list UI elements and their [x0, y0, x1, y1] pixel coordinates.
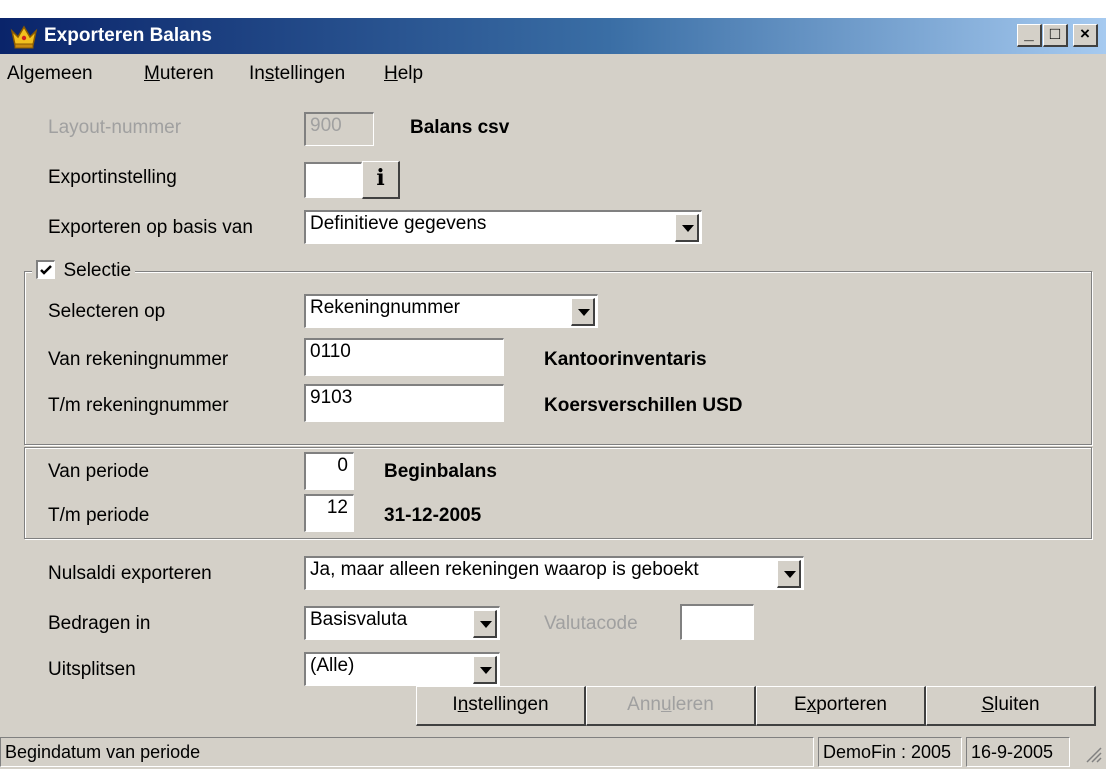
tm-rekening-name: Koersverschillen USD: [544, 395, 743, 416]
maximize-icon: □: [1049, 24, 1061, 43]
exporteren-basis-value: Definitieve gegevens: [310, 213, 487, 234]
instellingen-button[interactable]: Instellingen: [416, 686, 586, 726]
van-periode-field[interactable]: 0: [304, 452, 354, 490]
chevron-down-icon[interactable]: [473, 610, 497, 638]
tm-periode-field[interactable]: 12: [304, 494, 354, 532]
nulsaldi-label: Nulsaldi exporteren: [48, 563, 212, 584]
menu-help[interactable]: Help: [384, 63, 423, 85]
selecteren-op-dropdown[interactable]: Rekeningnummer: [304, 294, 598, 328]
annuleren-button[interactable]: Annuleren: [586, 686, 756, 726]
nulsaldi-dropdown[interactable]: Ja, maar alleen rekeningen waarop is geb…: [304, 556, 804, 590]
valutacode-label: Valutacode: [544, 613, 638, 634]
tm-rekeningnummer-label: T/m rekeningnummer: [48, 395, 229, 416]
info-button[interactable]: i: [362, 161, 400, 199]
checkmark-icon: [40, 265, 52, 275]
bedragen-in-dropdown[interactable]: Basisvaluta: [304, 606, 500, 640]
layout-nummer-field: 900: [304, 112, 374, 146]
menu-algemeen-text: Al: [7, 63, 24, 84]
chevron-down-icon[interactable]: [777, 560, 801, 588]
menu-muteren-accel: M: [144, 63, 160, 84]
selectie-checkbox[interactable]: [36, 260, 55, 279]
nulsaldi-value: Ja, maar alleen rekeningen waarop is geb…: [310, 559, 699, 580]
menu-algemeen-text-rest: emeen: [34, 63, 93, 84]
annuleren-button-accel: u: [660, 694, 672, 715]
chevron-down-icon[interactable]: [571, 298, 595, 326]
menu-instellingen[interactable]: Instellingen: [249, 63, 345, 85]
exportinstelling-field[interactable]: [304, 162, 362, 198]
status-message: Begindatum van periode: [0, 737, 814, 767]
selectie-label: Selectie: [63, 260, 132, 281]
exporteren-basis-dropdown[interactable]: Definitieve gegevens: [304, 210, 702, 244]
van-rekeningnummer-label: Van rekeningnummer: [48, 349, 229, 370]
title-bar[interactable]: Exporteren Balans _ □ ×: [0, 18, 1106, 54]
van-rekening-name: Kantoorinventaris: [544, 349, 707, 370]
sluiten-button[interactable]: Sluiten: [926, 686, 1096, 726]
menu-muteren[interactable]: Muteren: [144, 63, 214, 85]
van-periode-label: Van periode: [48, 461, 150, 482]
info-icon: i: [376, 165, 385, 191]
bedragen-in-label: Bedragen in: [48, 613, 151, 634]
menu-instellingen-text: In: [249, 63, 265, 84]
selecteren-op-label: Selecteren op: [48, 301, 166, 322]
menu-instellingen-accel: s: [264, 63, 275, 84]
valutacode-field[interactable]: [680, 604, 754, 640]
van-periode-name: Beginbalans: [384, 461, 497, 482]
uitsplitsen-dropdown[interactable]: (Alle): [304, 652, 500, 686]
exporteren-basis-label: Exporteren op basis van: [48, 217, 253, 238]
status-company: DemoFin : 2005: [818, 737, 962, 767]
tm-rekeningnummer-field[interactable]: 9103: [304, 384, 504, 422]
menu-algemeen-accel: g: [23, 63, 35, 84]
layout-name: Balans csv: [410, 117, 510, 138]
minimize-icon: _: [1024, 24, 1034, 43]
exportinstelling-label: Exportinstelling: [48, 167, 177, 188]
chevron-down-icon[interactable]: [675, 214, 699, 242]
annuleren-button-text-rest: leren: [671, 694, 714, 715]
sluiten-button-text-rest: luiten: [994, 694, 1040, 715]
status-date: 16-9-2005: [966, 737, 1070, 767]
instellingen-button-accel: n: [457, 694, 469, 715]
exporteren-button-text: E: [794, 694, 807, 715]
van-rekeningnummer-field[interactable]: 0110: [304, 338, 504, 376]
crown-icon: [10, 25, 38, 49]
tm-periode-label: T/m periode: [48, 505, 150, 526]
menu-muteren-text-rest: uteren: [159, 63, 214, 84]
window-title: Exporteren Balans: [44, 25, 212, 46]
export-balans-window: Exporteren Balans _ □ × Algemeen Muteren…: [0, 18, 1106, 769]
chevron-down-icon[interactable]: [473, 656, 497, 684]
periode-group: [24, 447, 1092, 539]
close-button[interactable]: ×: [1073, 24, 1098, 47]
maximize-button[interactable]: □: [1043, 24, 1068, 47]
resize-grip-icon[interactable]: [1084, 745, 1102, 763]
menu-help-accel: H: [384, 63, 398, 84]
bedragen-in-value: Basisvaluta: [310, 609, 408, 630]
sluiten-button-accel: S: [981, 694, 995, 715]
menu-algemeen[interactable]: Algemeen: [7, 63, 93, 85]
annuleren-button-text: Ann: [627, 694, 661, 715]
selectie-legend: Selectie: [32, 259, 136, 283]
exporteren-button-accel: x: [806, 694, 817, 715]
minimize-button[interactable]: _: [1017, 24, 1042, 47]
menu-instellingen-text-rest: tellingen: [274, 63, 346, 84]
status-bar: Begindatum van periode DemoFin : 2005 16…: [0, 735, 1106, 769]
uitsplitsen-value: (Alle): [310, 655, 355, 676]
exporteren-button-text-rest: porteren: [816, 694, 887, 715]
menu-bar: Algemeen Muteren Instellingen Help: [0, 54, 1106, 94]
exporteren-button[interactable]: Exporteren: [756, 686, 926, 726]
menu-help-text-rest: elp: [397, 63, 424, 84]
layout-nummer-label: Layout-nummer: [48, 117, 182, 138]
uitsplitsen-label: Uitsplitsen: [48, 659, 136, 680]
tm-periode-name: 31-12-2005: [384, 505, 482, 526]
instellingen-button-text-rest: stellingen: [468, 694, 549, 715]
close-icon: ×: [1080, 24, 1090, 43]
selecteren-op-value: Rekeningnummer: [310, 297, 460, 318]
